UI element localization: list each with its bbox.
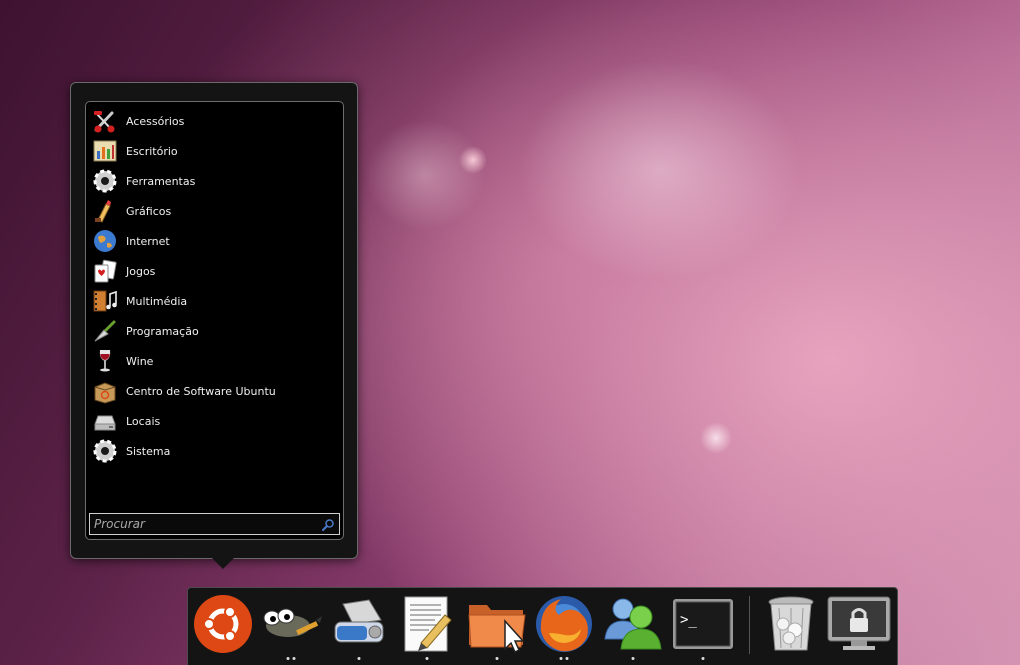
menu-list: Acessórios Escritório Ferramentas Gráfic… [92,106,332,466]
graphics-icon [92,198,118,224]
running-indicator [559,657,569,660]
dock-item-trash[interactable] [759,594,823,658]
terminal-icon: >_ [672,598,734,654]
internet-globe-icon [92,228,118,254]
gimp-icon [260,596,322,656]
menu-item-label: Internet [126,234,170,248]
dock-item-terminal[interactable]: >_ [671,594,735,660]
menu-item-label: Programação [126,324,199,338]
menu-item-ferramentas[interactable]: Ferramentas [92,166,332,196]
menu-item-wine[interactable]: Wine [92,346,332,376]
applications-menu: Acessórios Escritório Ferramentas Gráfic… [70,82,358,559]
menu-item-label: Jogos [126,264,156,278]
accessories-icon [92,108,118,134]
menu-item-sistema[interactable]: Sistema [92,436,332,466]
programming-trowel-icon [92,318,118,344]
trash-icon [765,594,817,658]
menu-item-jogos[interactable]: Jogos [92,256,332,286]
menu-pointer [212,558,234,569]
menu-item-programacao[interactable]: Programação [92,316,332,346]
lock-screen-icon [827,596,891,656]
dock-item-messenger[interactable] [601,594,665,660]
menu-item-label: Locais [126,414,161,428]
system-gear-icon [92,438,118,464]
running-indicator [357,657,361,660]
menu-item-acessorios[interactable]: Acessórios [92,106,332,136]
dock-item-file-manager[interactable] [465,594,529,660]
multimedia-icon [92,288,118,314]
menu-item-label: Ferramentas [126,174,196,188]
menu-item-label: Gráficos [126,204,172,218]
folder-icon [465,595,529,657]
dock-item-gimp[interactable] [259,594,323,660]
running-indicator [425,657,429,660]
menu-item-label: Sistema [126,444,171,458]
software-center-box-icon [92,378,118,404]
ubuntu-logo-icon [193,594,253,658]
firefox-icon [533,593,595,659]
tools-gear-icon [92,168,118,194]
places-drive-icon [92,408,118,434]
games-cards-icon [92,258,118,284]
dock-item-ubuntu-menu[interactable] [191,594,255,658]
running-indicator [701,657,705,660]
menu-item-label: Wine [126,354,154,368]
wine-glass-icon [92,348,118,374]
menu-item-multimedia[interactable]: Multimédia [92,286,332,316]
dock-item-text-editor[interactable] [395,594,459,660]
running-indicator [286,657,296,660]
menu-item-label: Escritório [126,144,178,158]
dock-separator [749,596,750,654]
svg-text:>_: >_ [680,612,697,628]
office-icon [92,138,118,164]
menu-panel: Acessórios Escritório Ferramentas Gráfic… [85,101,344,540]
menu-item-escritorio[interactable]: Escritório [92,136,332,166]
dock: >_ [187,587,898,665]
menu-item-internet[interactable]: Internet [92,226,332,256]
dock-item-lock-screen[interactable] [827,594,891,658]
menu-item-label: Acessórios [126,114,185,128]
messenger-icon [601,595,665,657]
menu-item-centro-de-software[interactable]: Centro de Software Ubuntu [92,376,332,406]
dock-item-scanner[interactable] [327,594,391,660]
running-indicator [495,657,499,660]
scanner-icon [329,596,389,656]
menu-item-graficos[interactable]: Gráficos [92,196,332,226]
search-field[interactable] [89,513,340,535]
text-editor-icon [399,595,455,657]
search-icon[interactable] [321,517,335,531]
dock-item-firefox[interactable] [532,593,596,660]
menu-item-locais[interactable]: Locais [92,406,332,436]
running-indicator [631,657,635,660]
menu-item-label: Multimédia [126,294,188,308]
menu-item-label: Centro de Software Ubuntu [126,384,276,398]
search-input[interactable] [90,514,318,534]
